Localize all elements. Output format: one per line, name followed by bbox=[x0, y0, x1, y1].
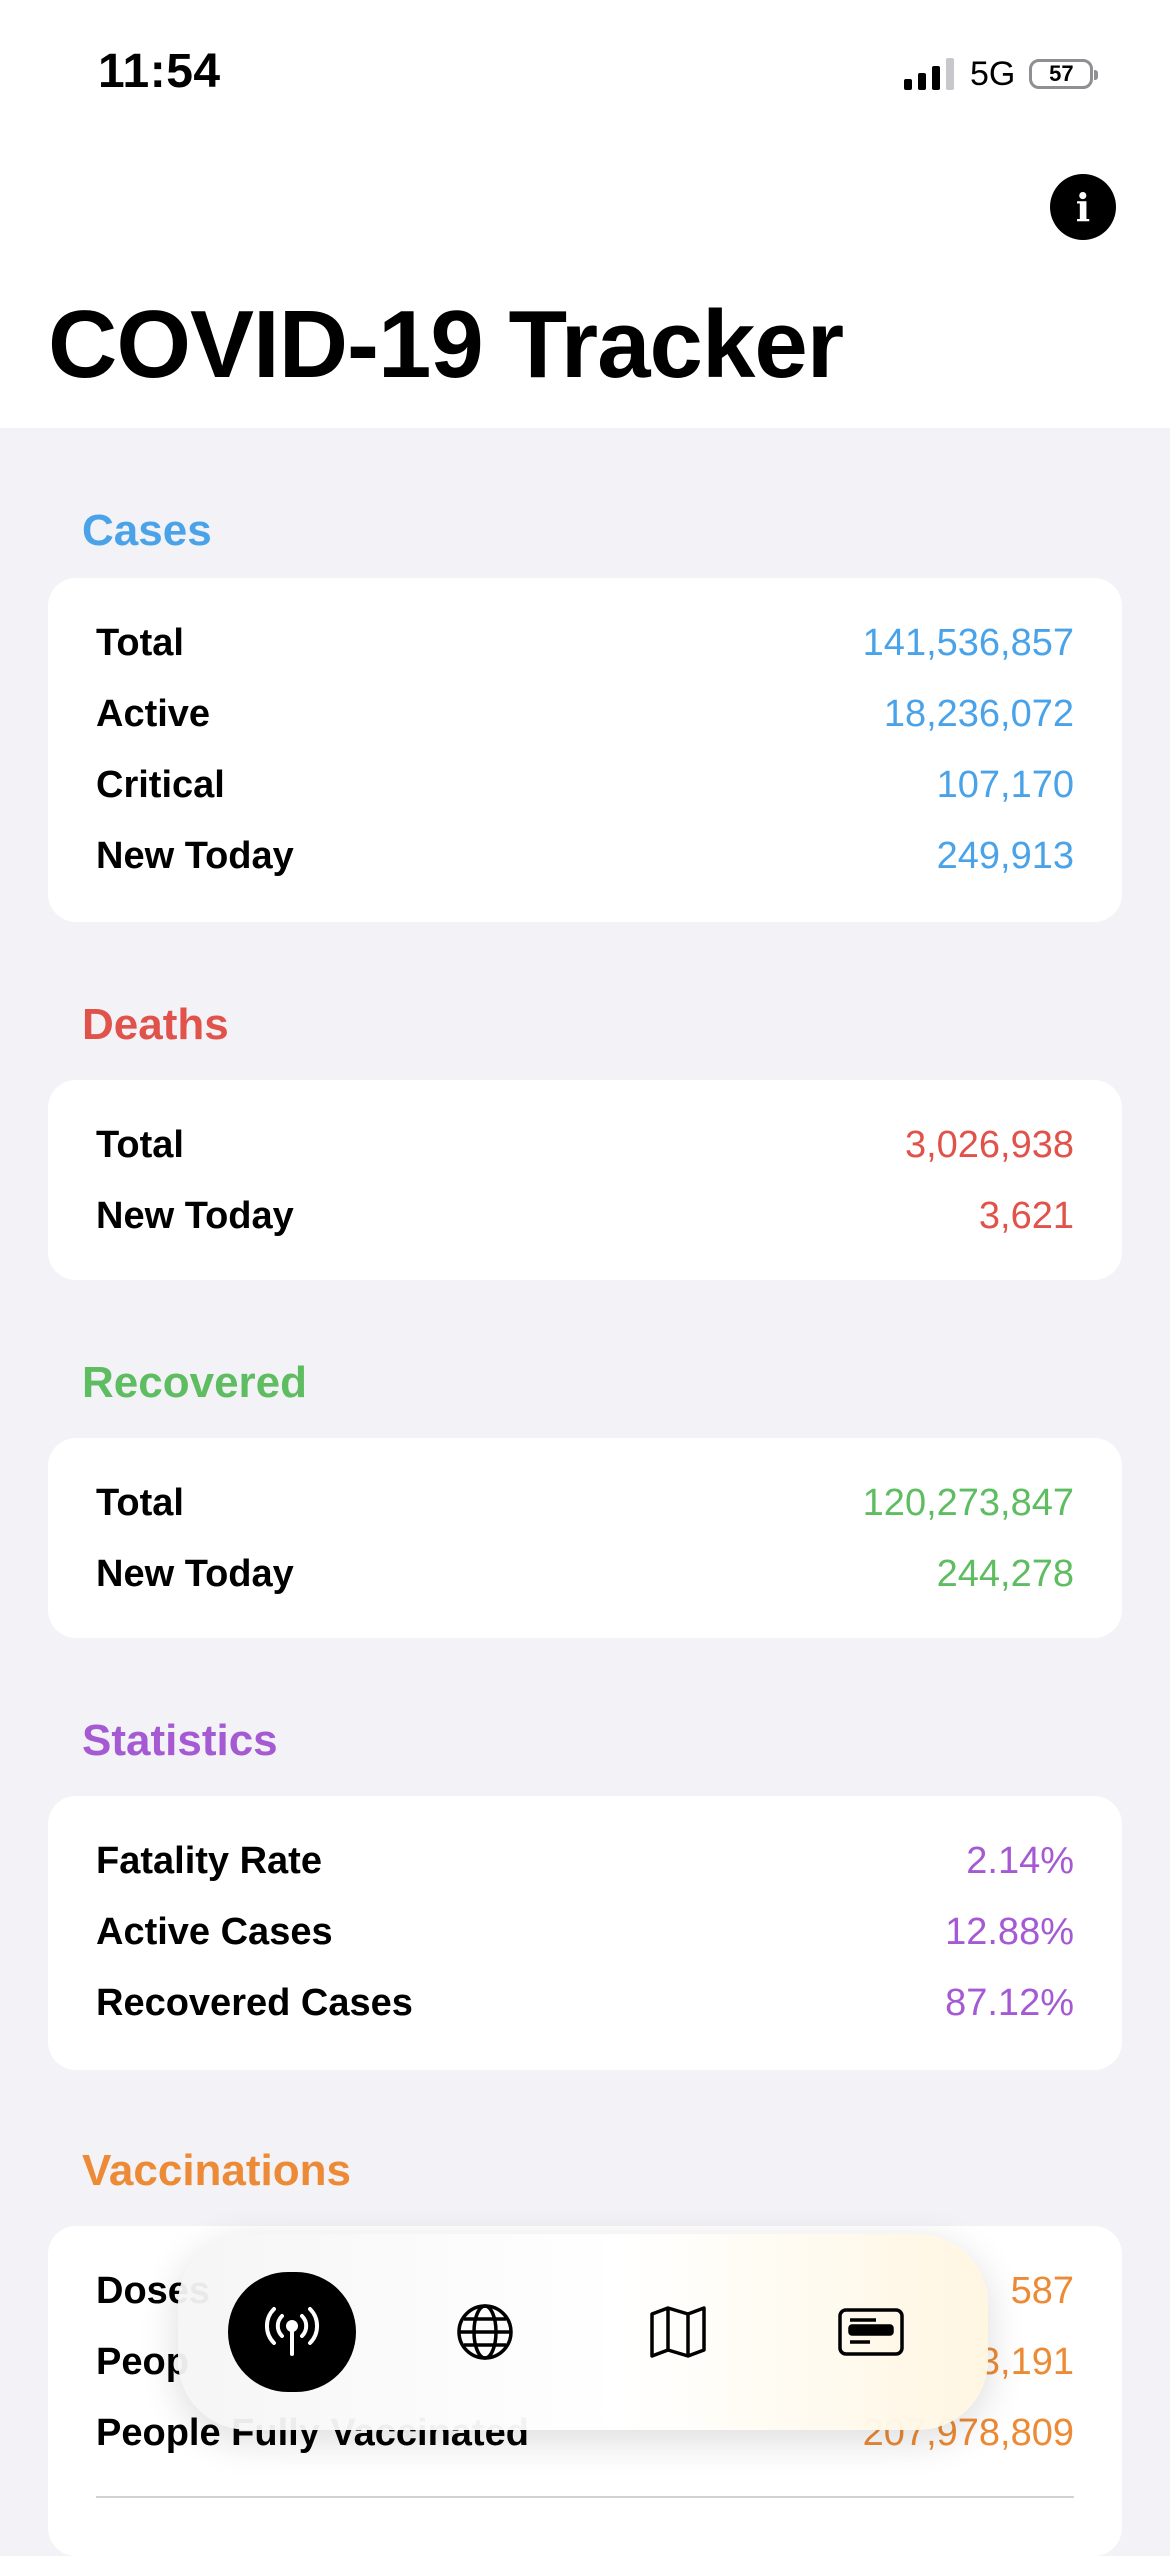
row-value: 87.12% bbox=[945, 1981, 1074, 2024]
row-label: Fatality Rate bbox=[96, 1839, 322, 1882]
row-label: Total bbox=[96, 621, 184, 664]
row-label: Total bbox=[96, 1481, 184, 1524]
cases-card: Total 141,536,857 Active 18,236,072 Crit… bbox=[48, 578, 1122, 922]
network-label: 5G bbox=[970, 54, 1016, 93]
row-value: 3,026,938 bbox=[904, 1123, 1074, 1166]
tab-countries[interactable] bbox=[421, 2272, 549, 2392]
row-label: New Today bbox=[96, 1194, 294, 1237]
info-icon: i bbox=[1075, 184, 1091, 230]
deaths-row-new-today: New Today 3,621 bbox=[96, 1181, 1074, 1251]
battery-icon: 57 bbox=[1029, 59, 1099, 89]
row-value: 249,913 bbox=[936, 834, 1074, 877]
deaths-row-total: Total 3,026,938 bbox=[96, 1110, 1074, 1180]
cases-row-critical: Critical 107,170 bbox=[96, 750, 1074, 820]
map-icon bbox=[650, 2306, 706, 2358]
cases-row-new-today: New Today 249,913 bbox=[96, 821, 1074, 891]
row-value: 244,278 bbox=[936, 1552, 1074, 1595]
row-label: Active Cases bbox=[96, 1910, 333, 1953]
page-title: COVID-19 Tracker bbox=[48, 291, 844, 398]
info-button[interactable]: i bbox=[1050, 174, 1116, 240]
row-divider bbox=[96, 2496, 1074, 2498]
row-value: 12.88% bbox=[945, 1910, 1074, 1953]
status-time: 11:54 bbox=[98, 45, 221, 98]
recovered-card: Total 120,273,847 New Today 244,278 bbox=[48, 1438, 1122, 1638]
recovered-row-new-today: New Today 244,278 bbox=[96, 1539, 1074, 1609]
antenna-icon bbox=[264, 2307, 320, 2356]
row-label: New Today bbox=[96, 834, 294, 877]
row-label: New Today bbox=[96, 1552, 294, 1595]
row-label: Active bbox=[96, 692, 211, 735]
row-label: Recovered Cases bbox=[96, 1981, 413, 2024]
row-value: 141,536,857 bbox=[862, 621, 1074, 664]
deaths-card: Total 3,026,938 New Today 3,621 bbox=[48, 1080, 1122, 1280]
cases-row-active: Active 18,236,072 bbox=[96, 679, 1074, 749]
tab-live[interactable] bbox=[228, 2272, 356, 2392]
recovered-row-total: Total 120,273,847 bbox=[96, 1468, 1074, 1538]
row-value: 2.14% bbox=[966, 1839, 1074, 1882]
globe-icon bbox=[457, 2304, 513, 2360]
statistics-row-active-cases: Active Cases 12.88% bbox=[96, 1897, 1074, 1967]
statistics-row-recovered-cases: Recovered Cases 87.12% bbox=[96, 1968, 1074, 2038]
cases-section-title: Cases bbox=[82, 506, 212, 555]
status-indicators: 5G 57 bbox=[904, 52, 1099, 96]
signal-icon bbox=[904, 58, 954, 90]
statistics-card: Fatality Rate 2.14% Active Cases 12.88% … bbox=[48, 1796, 1122, 2070]
statistics-row-fatality-rate: Fatality Rate 2.14% bbox=[96, 1826, 1074, 1896]
header: 11:54 5G 57 i COVID-19 Tracker bbox=[0, 0, 1170, 428]
news-card-icon bbox=[838, 2308, 904, 2356]
row-value: 3,621 bbox=[978, 1194, 1074, 1237]
tab-map[interactable] bbox=[614, 2272, 742, 2392]
deaths-section-title: Deaths bbox=[82, 1000, 229, 1049]
cases-row-total: Total 141,536,857 bbox=[96, 608, 1074, 678]
row-value: 107,170 bbox=[936, 763, 1074, 806]
row-value: 120,273,847 bbox=[862, 1481, 1074, 1524]
row-label: Total bbox=[96, 1123, 184, 1166]
statistics-section-title: Statistics bbox=[82, 1716, 278, 1765]
row-value: 587 bbox=[1010, 2269, 1074, 2312]
row-value: 18,236,072 bbox=[883, 692, 1074, 735]
tab-news[interactable] bbox=[807, 2272, 935, 2392]
row-label: Peop bbox=[96, 2340, 189, 2383]
tab-bar bbox=[178, 2234, 988, 2430]
row-value: 3,191 bbox=[978, 2340, 1074, 2383]
vaccinations-section-title: Vaccinations bbox=[82, 2146, 352, 2195]
row-label: Critical bbox=[96, 763, 225, 806]
recovered-section-title: Recovered bbox=[82, 1358, 308, 1407]
